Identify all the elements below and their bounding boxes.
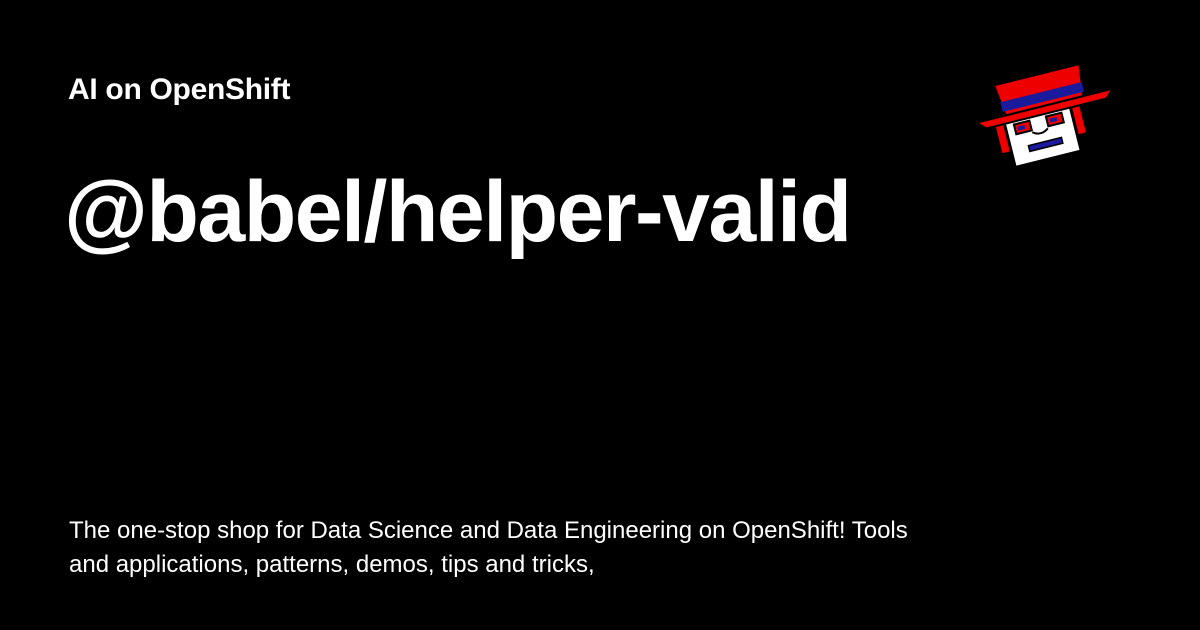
social-preview-card: AI on OpenShift @babel/helper-valid The … — [0, 0, 1200, 630]
site-name: AI on OpenShift — [68, 73, 291, 106]
page-description: The one-stop shop for Data Science and D… — [69, 517, 908, 578]
page-title: @babel/helper-valid — [64, 164, 852, 260]
robot-with-red-hat-icon — [970, 56, 1118, 170]
